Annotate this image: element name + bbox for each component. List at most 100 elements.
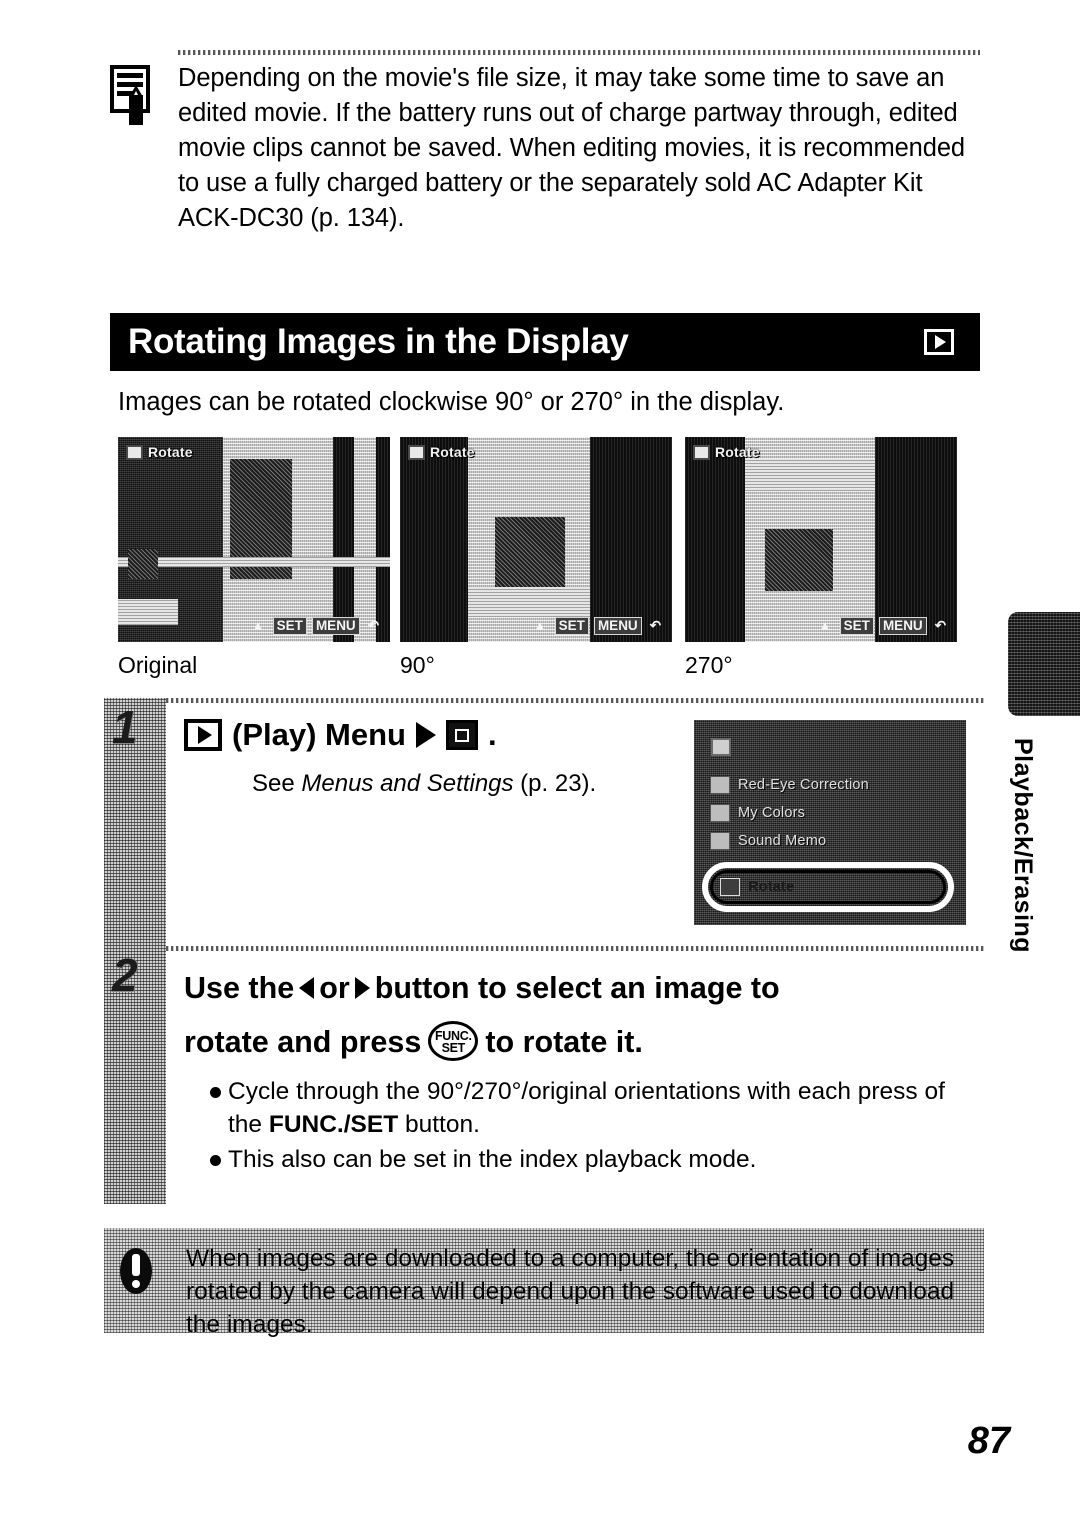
- menu-item-my-colors: My Colors: [710, 804, 805, 822]
- play-menu-tab-icon: [711, 738, 731, 756]
- side-tab-block: [1008, 612, 1080, 716]
- bullet-text-bold: FUNC./SET: [268, 1111, 399, 1138]
- memo-pencil-icon: [110, 65, 156, 127]
- my-colors-icon: [710, 804, 730, 822]
- func-set-bottom-label: SET: [441, 1040, 466, 1055]
- thumbnail-90: Rotate ▲ SET MENU ↶ 90°: [400, 437, 672, 679]
- footer-key-menu: MENU: [878, 617, 927, 635]
- play-menu-icon: [184, 719, 222, 751]
- section-header-bar: Rotating Images in the Display: [110, 313, 980, 371]
- footer-level-icon: ▲: [251, 618, 265, 633]
- screen-tag-original: Rotate: [126, 444, 193, 460]
- caution-band: When images are downloaded to a computer…: [104, 1228, 984, 1338]
- procedure-steps: 1 (Play) Menu . See Menus and Settings (…: [104, 698, 984, 1204]
- rotate-chip-icon: [408, 444, 425, 460]
- footer-back-icon: ↶: [367, 618, 379, 633]
- right-arrow-icon: [354, 976, 370, 999]
- footer-back-icon: ↶: [934, 618, 946, 633]
- screen-footer-original: ▲ SET MENU ↶: [118, 617, 390, 635]
- camera-menu-screenshot: Red-Eye Correction My Colors Sound Memo …: [694, 720, 966, 925]
- thumbnail-caption: 270°: [685, 652, 733, 678]
- bullet-text-pre: This also can be set in the index playba…: [228, 1146, 757, 1173]
- footer-key-set: SET: [839, 617, 874, 635]
- step-2-heading: Use the or button to select an image to ro…: [166, 951, 984, 1069]
- thumbnail-caption: 90°: [400, 652, 435, 678]
- camera-screen-original: Rotate ▲ SET MENU ↶: [118, 437, 390, 642]
- bullet-text-post: button.: [398, 1111, 480, 1138]
- step-2: 2 Use the or button to select an image to …: [104, 946, 984, 1204]
- step-2-text-5: to rotate it.: [485, 1025, 643, 1059]
- screen-tag-90: Rotate: [408, 444, 475, 460]
- step-1-sub-prefix: See: [252, 770, 302, 797]
- caution-icon-container: [104, 1228, 186, 1294]
- step-2-rail: 2: [104, 946, 166, 1204]
- sound-memo-icon: [710, 832, 730, 850]
- step-1-sub-reference: Menus and Settings: [301, 770, 514, 797]
- step-1-sub-suffix: (p. 23).: [513, 770, 597, 797]
- screen-footer-90: ▲ SET MENU ↶: [400, 617, 672, 635]
- thumbnail-270: Rotate ▲ SET MENU ↶ 270°: [685, 437, 957, 679]
- note-text: Depending on the movie's file size, it m…: [178, 64, 966, 232]
- screen-tag-label: Rotate: [715, 444, 760, 460]
- play-mode-icon: [924, 329, 954, 355]
- step-1-top-rule: [166, 698, 984, 703]
- side-tab-label: Playback/Erasing: [1009, 738, 1037, 954]
- thumbnail-caption: Original: [118, 652, 198, 678]
- bullet-dot-icon: [210, 1155, 221, 1166]
- step-2-content: Use the or button to select an image to ro…: [166, 946, 984, 1204]
- rotate-chip-icon: [693, 444, 710, 460]
- rotate-menu-icon: [445, 720, 478, 750]
- step-2-text-2: or: [319, 971, 350, 1005]
- menu-item-label: Red-Eye Correction: [738, 777, 869, 793]
- camera-screen-90: Rotate ▲ SET MENU ↶: [400, 437, 672, 642]
- camera-screen-270: Rotate ▲ SET MENU ↶: [685, 437, 957, 642]
- footer-key-set: SET: [272, 617, 307, 635]
- menu-item-sound-memo: Sound Memo: [710, 832, 826, 850]
- red-eye-icon: [710, 776, 730, 794]
- step-1-heading-label: (Play) Menu: [232, 717, 406, 752]
- footer-level-icon: ▲: [818, 618, 832, 633]
- step-1-number: 1: [112, 701, 138, 753]
- rotate-chip-icon: [126, 444, 143, 460]
- footer-back-icon: ↶: [649, 618, 661, 633]
- note-icon-container: [110, 61, 178, 236]
- step-2-number: 2: [112, 949, 138, 1001]
- menu-item-label: Rotate: [748, 879, 795, 895]
- step-2-text-4: rotate and press: [184, 1025, 422, 1059]
- note-top-rule: [178, 50, 980, 55]
- caution-text: When images are downloaded to a computer…: [186, 1245, 955, 1338]
- arrow-right-icon: [415, 722, 436, 748]
- menu-item-red-eye: Red-Eye Correction: [710, 776, 869, 794]
- bullet-dot-icon: [210, 1087, 221, 1098]
- movie-edit-note: Depending on the movie's file size, it m…: [110, 50, 980, 236]
- screen-tag-label: Rotate: [148, 444, 193, 460]
- footer-key-menu: MENU: [593, 617, 642, 635]
- menu-item-label: Sound Memo: [738, 833, 827, 849]
- step-2-top-rule: [166, 946, 984, 951]
- screen-tag-label: Rotate: [430, 444, 475, 460]
- thumbnail-original: Rotate ▲ SET MENU ↶ Original: [118, 437, 390, 679]
- page-title: Rotating Images in the Display: [128, 322, 629, 361]
- menu-item-label: My Colors: [738, 805, 806, 821]
- step-1-heading-period: .: [487, 717, 497, 752]
- step-1: 1 (Play) Menu . See Menus and Settings (…: [104, 698, 984, 946]
- bullet-item: This also can be set in the index playba…: [210, 1143, 974, 1176]
- step-1-rail: 1: [104, 698, 166, 946]
- screen-footer-270: ▲ SET MENU ↶: [685, 617, 957, 635]
- exclamation-icon: [120, 1248, 152, 1294]
- chapter-side-tab: Playback/Erasing: [1008, 612, 1080, 953]
- step-2-bullets: Cycle through the 90°/270°/original orie…: [166, 1069, 984, 1176]
- bullet-item: Cycle through the 90°/270°/original orie…: [210, 1075, 974, 1141]
- step-2-text-3: button to select an image to: [374, 971, 780, 1005]
- step-1-content: (Play) Menu . See Menus and Settings (p.…: [166, 698, 984, 946]
- left-arrow-icon: [299, 976, 315, 999]
- footer-key-set: SET: [554, 617, 589, 635]
- menu-item-rotate: Rotate: [720, 878, 794, 896]
- step-2-text-1: Use the: [184, 971, 295, 1005]
- page-number: 87: [967, 1420, 1010, 1462]
- footer-level-icon: ▲: [533, 618, 547, 633]
- footer-key-menu: MENU: [311, 617, 360, 635]
- func-set-button-icon: FUNC. SET: [428, 1020, 479, 1061]
- rotate-icon: [720, 878, 740, 896]
- screen-tag-270: Rotate: [693, 444, 760, 460]
